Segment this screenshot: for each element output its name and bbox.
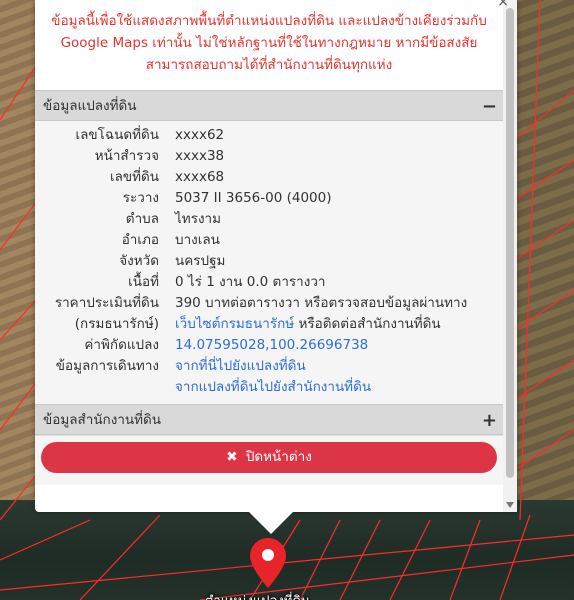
row-label: เลขที่ดิน [109, 169, 159, 185]
row-label: เลขโฉนดที่ดิน [75, 127, 159, 143]
route-to-office-link[interactable]: จากแปลงที่ดินไปยังสำนักงานที่ดิน [175, 379, 371, 395]
route-label: ข้อมูลการเดินทาง [55, 358, 159, 374]
row-value: นครปฐม [175, 253, 226, 269]
close-button-area: ✖ ปิดหน้าต่าง [35, 435, 503, 485]
close-window-button[interactable]: ✖ ปิดหน้าต่าง [41, 442, 497, 473]
parcel-section-header[interactable]: ข้อมูลแปลงที่ดิน − [35, 90, 503, 121]
popup-pointer [249, 512, 293, 534]
info-row: อำเภอ บางเลน [35, 230, 503, 251]
info-row: เลขที่ดิน xxxx68 [35, 167, 503, 188]
popup-close-icon[interactable]: × [497, 0, 509, 10]
scroll-down-arrow-icon[interactable] [506, 502, 514, 508]
route-row-2: จากแปลงที่ดินไปยังสำนักงานที่ดิน [35, 377, 503, 398]
info-row: หน้าสำรวจ xxxx38 [35, 146, 503, 167]
appraisal-value: 390 บาทต่อตารางวา หรือตรวจสอบข้อมูลผ่านท… [175, 295, 468, 311]
treasury-website-link[interactable]: เว็บไซต์กรมธนารักษ์ [175, 316, 294, 332]
popup-content[interactable]: ข้อมูลนี้เพื่อใช้แสดงสภาพพื้นที่ตำแหน่งแ… [35, 0, 503, 512]
appraisal-label: ราคาประเมินที่ดิน [54, 295, 159, 311]
map-pin-icon[interactable] [250, 538, 286, 592]
coords-label: ค่าพิกัดแปลง [84, 337, 159, 353]
info-row: ตำบล ไทรงาม [35, 209, 503, 230]
collapse-icon[interactable]: − [482, 91, 497, 122]
appraisal-source: เว็บไซต์กรมธนารักษ์ หรือติดต่อสำนักงานที… [175, 314, 503, 335]
row-value: 5037 II 3656-00 (4000) [175, 190, 332, 206]
scrollbar-thumb[interactable] [506, 8, 514, 478]
row-label: หน้าสำรวจ [94, 148, 159, 164]
parcel-info-popup: ข้อมูลนี้เพื่อใช้แสดงสภาพพื้นที่ตำแหน่งแ… [35, 0, 517, 534]
route-row: ข้อมูลการเดินทาง จากที่นี่ไปยังแปลงที่ดิ… [35, 356, 503, 377]
parcel-section-title: ข้อมูลแปลงที่ดิน [43, 98, 137, 114]
disclaimer-notice: ข้อมูลนี้เพื่อใช้แสดงสภาพพื้นที่ตำแหน่งแ… [51, 13, 487, 73]
row-value: 0 ไร่ 1 งาน 0.0 ตารางวา [175, 274, 326, 290]
expand-icon[interactable]: + [482, 405, 497, 436]
close-button-label: ปิดหน้าต่าง [245, 449, 312, 465]
row-value: xxxx62 [175, 127, 225, 143]
office-section-title: ข้อมูลสำนักงานที่ดิน [43, 412, 162, 428]
appraisal-source-label: (กรมธนารักษ์) [74, 316, 159, 332]
row-label: จังหวัด [119, 253, 159, 269]
route-to-parcel-link[interactable]: จากที่นี่ไปยังแปลงที่ดิน [175, 358, 306, 374]
coords-row: ค่าพิกัดแปลง 14.07595028,100.26696738 [35, 335, 503, 356]
info-row: เนื้อที่ 0 ไร่ 1 งาน 0.0 ตารางวา [35, 272, 503, 293]
office-section-header[interactable]: ข้อมูลสำนักงานที่ดิน + [35, 404, 503, 435]
row-value: ไทรงาม [175, 211, 222, 227]
pin-label: ตำแหน่งแปลงที่ดิน [205, 590, 310, 600]
info-row: จังหวัด นครปฐม [35, 251, 503, 272]
row-label: ระวาง [122, 190, 159, 206]
row-value: xxxx68 [175, 169, 225, 185]
info-row: ระวาง 5037 II 3656-00 (4000) [35, 188, 503, 209]
parcel-section-body: เลขโฉนดที่ดิน xxxx62 หน้าสำรวจ xxxx38 เล… [35, 121, 503, 404]
row-value: บางเลน [175, 232, 220, 248]
row-value: xxxx38 [175, 148, 225, 164]
popup-scrollbar[interactable] [503, 0, 517, 512]
row-label: เนื้อที่ [128, 274, 159, 290]
close-icon: ✖ [226, 449, 238, 465]
row-label: ตำบล [125, 211, 159, 227]
coords-link[interactable]: 14.07595028,100.26696738 [175, 337, 368, 353]
info-row: เลขโฉนดที่ดิน xxxx62 [35, 125, 503, 146]
row-label: อำเภอ [121, 232, 159, 248]
appraisal-row-2: (กรมธนารักษ์) เว็บไซต์กรมธนารักษ์ หรือติ… [35, 314, 503, 335]
appraisal-row: ราคาประเมินที่ดิน 390 บาทต่อตารางวา หรือ… [35, 293, 503, 314]
appraisal-contact-text: หรือติดต่อสำนักงานที่ดิน [294, 316, 441, 332]
